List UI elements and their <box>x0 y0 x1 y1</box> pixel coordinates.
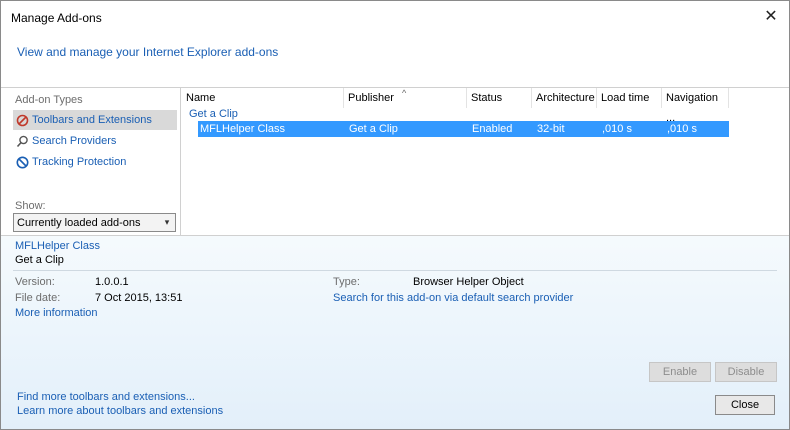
close-window-icon[interactable]: ✕ <box>761 7 781 27</box>
addon-details: MFLHelper Class Get a Clip Version: 1.0.… <box>1 236 789 383</box>
type-value: Browser Helper Object <box>413 276 524 288</box>
type-item-label: Toolbars and Extensions <box>32 114 152 126</box>
table-row[interactable]: MFLHelper Class Get a Clip Enabled 32-bi… <box>198 121 729 137</box>
type-item-toolbars[interactable]: Toolbars and Extensions <box>13 110 177 130</box>
show-select-value: Currently loaded add-ons <box>17 216 141 229</box>
search-icon <box>16 135 29 148</box>
addon-types-heading: Add-on Types <box>15 94 83 106</box>
divider <box>13 270 777 271</box>
toolbar-icon <box>16 114 29 127</box>
footer: Find more toolbars and extensions... Lea… <box>1 383 789 429</box>
row-load-time: ,010 s <box>602 123 632 135</box>
file-date-label: File date: <box>15 292 61 304</box>
group-label: Get a Clip <box>189 108 238 120</box>
column-header-navigation[interactable]: Navigation ... <box>662 88 729 124</box>
type-item-label: Search Providers <box>32 135 117 147</box>
disable-button[interactable]: Disable <box>715 362 777 382</box>
header: View and manage your Internet Explorer a… <box>1 33 789 87</box>
type-item-label: Tracking Protection <box>32 156 127 168</box>
row-architecture: 32-bit <box>537 123 565 135</box>
header-link[interactable]: View and manage your Internet Explorer a… <box>17 45 278 59</box>
tracking-icon <box>16 156 29 169</box>
row-name: MFLHelper Class <box>200 123 285 135</box>
manage-addons-window: PC Manage Add-ons ✕ View and manage your… <box>0 0 790 430</box>
column-header-name[interactable]: Name <box>182 88 344 108</box>
show-select[interactable]: Currently loaded add-ons ▾ <box>13 213 176 232</box>
addon-list: Name Publisher ^ Status Architecture Loa… <box>182 88 789 235</box>
row-status: Enabled <box>472 123 513 135</box>
version-value: 1.0.0.1 <box>95 276 129 288</box>
column-header-status[interactable]: Status <box>467 88 532 108</box>
more-information-link[interactable]: More information <box>15 307 98 319</box>
type-label: Type: <box>333 276 360 288</box>
addon-types-pane: Add-on Types Toolbars and Extensions Sea… <box>1 88 181 235</box>
column-header-architecture[interactable]: Architecture <box>532 88 597 108</box>
row-publisher: Get a Clip <box>349 123 398 135</box>
file-date-value: 7 Oct 2015, 13:51 <box>95 292 183 304</box>
detail-addon-name: MFLHelper Class <box>15 240 100 252</box>
title-bar: Manage Add-ons ✕ <box>1 1 789 33</box>
type-item-search-providers[interactable]: Search Providers <box>13 131 177 151</box>
find-more-link[interactable]: Find more toolbars and extensions... <box>17 391 195 403</box>
search-addon-link[interactable]: Search for this add-on via default searc… <box>333 292 573 304</box>
learn-more-link[interactable]: Learn more about toolbars and extensions <box>17 405 223 417</box>
enable-button[interactable]: Enable <box>649 362 711 382</box>
detail-addon-publisher: Get a Clip <box>15 254 64 266</box>
chevron-down-icon: ▾ <box>164 217 170 227</box>
show-label: Show: <box>15 200 46 212</box>
row-navigation: ,010 s <box>667 123 697 135</box>
version-label: Version: <box>15 276 55 288</box>
window-title: Manage Add-ons <box>11 11 102 25</box>
column-header-load-time[interactable]: Load time <box>597 88 662 108</box>
sort-caret-icon: ^ <box>402 88 407 98</box>
type-item-tracking-protection[interactable]: Tracking Protection <box>13 152 177 172</box>
close-button[interactable]: Close <box>715 395 775 415</box>
